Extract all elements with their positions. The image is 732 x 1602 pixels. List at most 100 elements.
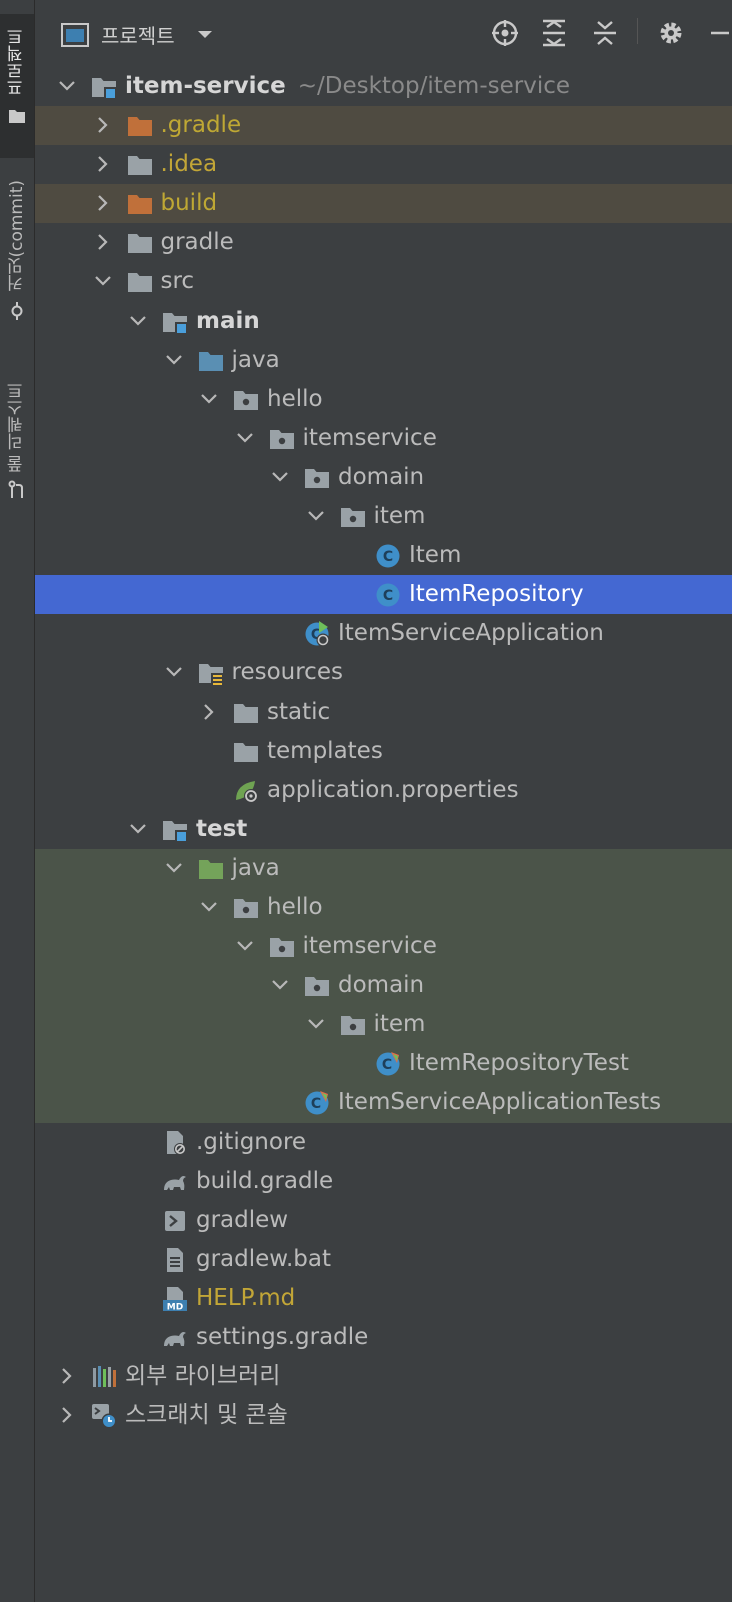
tree-node-java[interactable]: java [35, 341, 732, 380]
module-folder-icon [162, 309, 188, 335]
chevron-down-icon[interactable] [57, 76, 77, 96]
tab-commit[interactable]: 커밋(commit) [0, 180, 34, 340]
tab-project-label: 프로젝트 [6, 28, 27, 96]
project-tree: item-service ~/Desktop/item-service .gradl… [35, 67, 732, 1435]
chevron-right-icon[interactable] [93, 154, 113, 174]
tree-node-label: application.properties [267, 777, 519, 803]
chevron-down-icon[interactable] [128, 311, 148, 331]
chevron-down-icon[interactable] [199, 897, 219, 917]
tree-node-itemserviceapplication[interactable]: ItemServiceApplication [35, 614, 732, 653]
tree-node-label: .gradle [161, 112, 242, 138]
spring-boot-class-icon [304, 621, 330, 647]
tree-node-hello[interactable]: hello [35, 380, 732, 419]
chevron-down-icon[interactable] [164, 350, 184, 370]
tree-node-templates[interactable]: templates [35, 732, 732, 771]
chevron-down-icon[interactable] [306, 506, 326, 526]
chevron-right-icon[interactable] [199, 702, 219, 722]
resources-folder-icon [198, 660, 224, 686]
chevron-down-icon[interactable] [270, 467, 290, 487]
chevron-down-icon[interactable] [270, 975, 290, 995]
node-name: Item [409, 542, 462, 569]
node-name: java [231, 854, 280, 881]
node-path: ~/Desktop/item-service [297, 73, 571, 99]
tree-node-itemrepository[interactable]: ItemRepository [35, 575, 732, 615]
node-name: test [196, 815, 248, 842]
tree-node-label: build [161, 190, 218, 216]
tree-node-gradle[interactable]: .gradle [35, 106, 732, 146]
tree-node-label: static [267, 699, 330, 725]
tree-node-settings-gradle[interactable]: settings.gradle [35, 1318, 732, 1357]
chevron-down-icon[interactable] [306, 1014, 326, 1034]
tree-node-item[interactable]: item [35, 1005, 732, 1045]
tree-node-test[interactable]: test [35, 810, 732, 849]
tree-node-java[interactable]: java [35, 848, 732, 888]
tree-node-static[interactable]: static [35, 693, 732, 732]
tab-pull-request[interactable]: 풀 리퀘스트 [0, 382, 34, 522]
tree-node-help-md[interactable]: HELP.md [35, 1279, 732, 1318]
node-name: hello [267, 385, 323, 412]
chevron-down-icon [197, 30, 213, 40]
tree-node-itemservice[interactable]: itemservice [35, 927, 732, 967]
tree-node-node[interactable]: 스크래치 및 콘솔 [35, 1396, 732, 1435]
node-name: HELP.md [196, 1284, 296, 1311]
chevron-down-icon[interactable] [235, 936, 255, 956]
module-folder-icon [91, 74, 117, 100]
gear-icon[interactable] [657, 19, 685, 47]
tree-node-resources[interactable]: resources [35, 653, 732, 692]
tree-node-itemrepositorytest[interactable]: ItemRepositoryTest [35, 1044, 732, 1084]
collapse-all-icon[interactable] [592, 19, 618, 47]
view-selector[interactable]: 프로젝트 [61, 20, 213, 49]
tree-node-main[interactable]: main [35, 302, 732, 341]
locate-icon[interactable] [491, 19, 519, 47]
folder-icon [127, 230, 153, 256]
tree-node-build[interactable]: build [35, 184, 732, 224]
tree-node-application-properties[interactable]: application.properties [35, 771, 732, 810]
tree-node-idea[interactable]: .idea [35, 145, 732, 184]
chevron-down-icon[interactable] [164, 662, 184, 682]
tree-node-label: .gitignore [196, 1129, 306, 1155]
commit-icon [11, 301, 23, 320]
tree-node-build-gradle[interactable]: build.gradle [35, 1162, 732, 1201]
tab-project[interactable]: 프로젝트 [0, 14, 34, 158]
tree-node-item[interactable]: item [35, 497, 732, 536]
source-folder-icon [198, 348, 224, 374]
tree-node-gradlew[interactable]: gradlew [35, 1201, 732, 1240]
excluded-folder-icon [127, 191, 153, 217]
class-icon [375, 582, 401, 608]
chevron-right-icon[interactable] [57, 1366, 77, 1386]
tree-node-label: 스크래치 및 콘솔 [125, 1402, 288, 1428]
expand-all-icon[interactable] [541, 19, 567, 47]
chevron-right-icon[interactable] [93, 115, 113, 135]
node-name: main [196, 307, 260, 334]
tree-node-item[interactable]: Item [35, 536, 732, 575]
chevron-down-icon[interactable] [199, 389, 219, 409]
node-name: templates [267, 737, 383, 764]
tree-node-gradlew-bat[interactable]: gradlew.bat [35, 1240, 732, 1279]
tree-node-label: ItemServiceApplicationTests [338, 1089, 661, 1115]
node-name: src [160, 268, 195, 295]
node-name: domain [338, 972, 425, 999]
pull-request-icon [8, 480, 23, 499]
tree-node-itemserviceapplicationtests[interactable]: ItemServiceApplicationTests [35, 1083, 732, 1123]
hide-icon[interactable] [709, 19, 729, 47]
tree-node-domain[interactable]: domain [35, 458, 732, 497]
chevron-down-icon[interactable] [164, 858, 184, 878]
chevron-down-icon[interactable] [128, 819, 148, 839]
chevron-down-icon[interactable] [93, 271, 113, 291]
module-folder-icon [162, 817, 188, 843]
tree-node-gitignore[interactable]: .gitignore [35, 1123, 732, 1162]
chevron-right-icon[interactable] [93, 193, 113, 213]
chevron-right-icon[interactable] [57, 1405, 77, 1425]
tree-node-gradle[interactable]: gradle [35, 223, 732, 262]
tree-node-src[interactable]: src [35, 262, 732, 301]
node-name: gradlew [196, 1206, 289, 1233]
tree-node-item-service[interactable]: item-service ~/Desktop/item-service [35, 67, 732, 106]
chevron-right-icon[interactable] [93, 232, 113, 252]
tree-node-label: gradle [161, 229, 234, 255]
tree-node-node[interactable]: 외부 라이브러리 [35, 1357, 732, 1396]
tree-node-hello[interactable]: hello [35, 887, 732, 928]
chevron-down-icon[interactable] [235, 428, 255, 448]
tree-node-domain[interactable]: domain [35, 966, 732, 1006]
tree-node-itemservice[interactable]: itemservice [35, 419, 732, 458]
tree-node-label: Item [409, 542, 461, 568]
